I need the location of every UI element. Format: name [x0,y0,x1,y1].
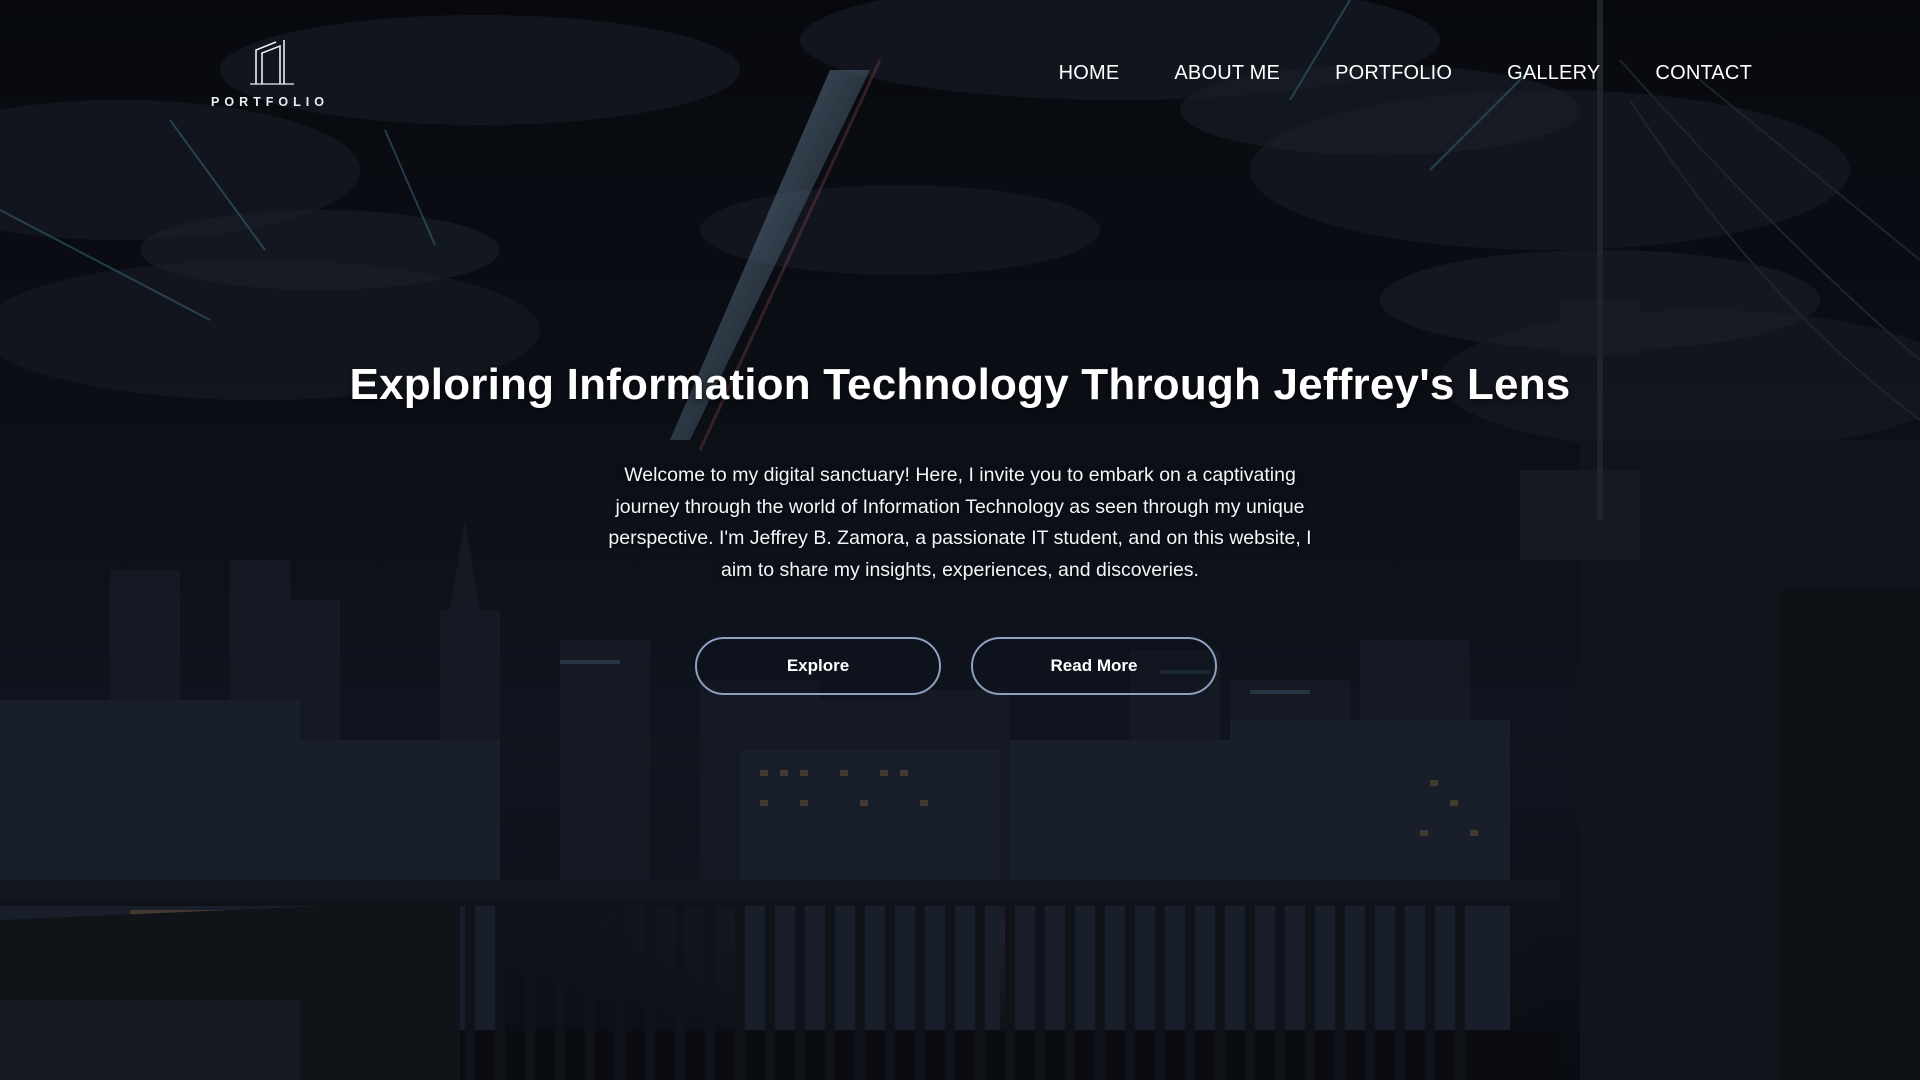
logo-text: PORTFOLIO [211,95,329,109]
nav-item-about-me[interactable]: ABOUT ME [1174,62,1280,85]
site-logo[interactable]: PORTFOLIO [200,32,340,114]
explore-button[interactable]: Explore [695,637,941,695]
read-more-button[interactable]: Read More [971,637,1217,695]
hero-buttons: Explore Read More [695,637,1217,695]
nav-item-contact[interactable]: CONTACT [1655,62,1752,85]
nav-item-portfolio[interactable]: PORTFOLIO [1335,62,1452,85]
main-nav: HOME ABOUT ME PORTFOLIO GALLERY CONTACT [1059,62,1752,85]
hero-description: Welcome to my digital sanctuary! Here, I… [608,464,1312,581]
nav-item-gallery[interactable]: GALLERY [1507,62,1600,85]
site-header: PORTFOLIO HOME ABOUT ME PORTFOLIO GALLER… [0,0,1920,150]
hero-section: Exploring Information Technology Through… [0,360,1920,586]
hero-title: Exploring Information Technology Through… [349,360,1571,409]
building-logo-icon [250,40,294,85]
nav-item-home[interactable]: HOME [1059,62,1120,85]
